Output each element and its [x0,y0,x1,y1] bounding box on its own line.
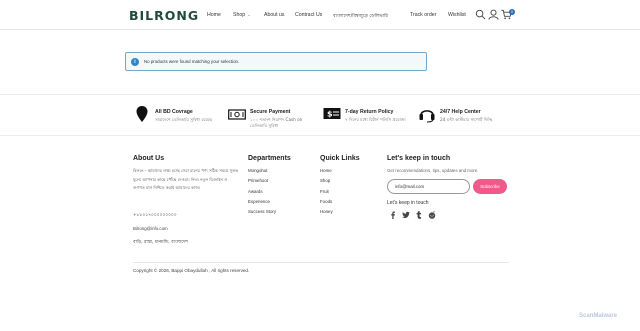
map-pin-icon [136,106,148,122]
feature-desc: ৭ দিনের মধ্যে রিটার্ন পলিসি প্রযোজ্য [345,117,406,122]
department-link[interactable]: Mongohut [248,168,276,178]
nav-track-order[interactable]: Track order [410,12,436,18]
address: বাড়ি, রাস্তা, ধানমন্ডি, বাংলাদেশ [133,240,188,245]
notice-text: No products were found matching your sel… [144,59,240,64]
site-logo[interactable]: BILRONG [129,8,199,23]
quick-link[interactable]: Home [320,168,333,178]
quick-link[interactable]: Shop [320,178,333,188]
department-link[interactable]: Primehoot [248,178,276,188]
newsletter-text: Get recommendations, tips, updates and m… [387,168,479,173]
nav-about[interactable]: About us [264,12,284,18]
nav-contract[interactable]: Contract Us [295,12,322,18]
feature-desc: সারাদেশে ডেলিভারি সুবিধা রয়েছে [155,117,212,122]
nav-shop[interactable]: Shop ⌄ [233,12,250,18]
return-cash-icon: $ [323,108,341,119]
about-title: About Us [133,155,165,162]
cart-count-badge: 0 [509,9,515,15]
footer-divider [133,262,509,263]
reddit-icon[interactable] [428,211,436,219]
search-icon[interactable] [475,9,486,20]
quick-link[interactable]: Fruit [320,189,333,199]
features-strip: All BD Covrage সারাদেশে ডেলিভারি সুবিধা … [0,94,640,136]
phone-number[interactable]: +৮৮০১৭০০০০০০০০০ [133,212,177,219]
email-link[interactable]: Bilrong@info.com [133,226,168,231]
feature-title: 24/7 Help Center [440,109,481,115]
user-icon[interactable] [488,9,499,20]
site-header: BILRONG Home Shop ⌄ About us Contract Us … [0,0,640,30]
about-text: বিলরং - আমাদের লক্ষ্য হচ্ছে সেরা মানের প… [133,168,239,190]
quick-links-list: Home Shop Fruit Foods Honey [320,168,333,219]
quick-link[interactable]: Honey [320,209,333,219]
newsletter-title: Let's keep in touch [387,155,451,162]
tumblr-icon[interactable] [415,211,423,219]
cash-icon [228,109,246,120]
feature-desc: ১০০ শতাংশ নিরাপদ Cash on ডেলিভারি সুবিধা [250,117,303,128]
social-title: Let's keep in touch [387,200,429,206]
watermark: ScanMalware [579,313,617,319]
nav-home[interactable]: Home [207,12,221,18]
feature-title: 7-day Return Policy [345,109,394,115]
feature-title: Secure Payment [250,109,291,115]
nav-shop-label: Shop [233,12,246,18]
headset-icon [419,110,435,123]
svg-text:$: $ [327,110,333,119]
quick-links-title: Quick Links [320,155,360,162]
nav-delivery[interactable]: বাংলাদেশ/বিশ্বজুড়ে ডেলিভারি [333,12,388,20]
department-link[interactable]: Experience [248,199,276,209]
facebook-icon[interactable] [389,211,397,219]
departments-title: Departments [248,155,291,162]
department-link[interactable]: Success Story [248,209,276,219]
no-products-notice: i No products were found matching your s… [125,52,427,71]
chevron-down-icon: ⌄ [247,12,251,17]
info-icon: i [131,58,139,66]
newsletter-email-input[interactable] [387,179,470,194]
nav-wishlist[interactable]: Wishlist [448,12,466,18]
twitter-icon[interactable] [402,211,410,219]
feature-desc: 24 ঘণ্টা কাস্টমার সাপোর্ট দিচ্ছি [440,117,493,122]
quick-link[interactable]: Foods [320,199,333,209]
departments-list: Mongohut Primehoot Awards Experience Suc… [248,168,276,219]
watermark-text: ScanMalware [579,313,618,319]
copyright-text: Copyright © 2026, Bappi Obaydullah , All… [133,268,250,273]
feature-title: All BD Covrage [155,109,193,115]
department-link[interactable]: Awards [248,189,276,199]
subscribe-button[interactable]: Subscribe [473,179,507,194]
